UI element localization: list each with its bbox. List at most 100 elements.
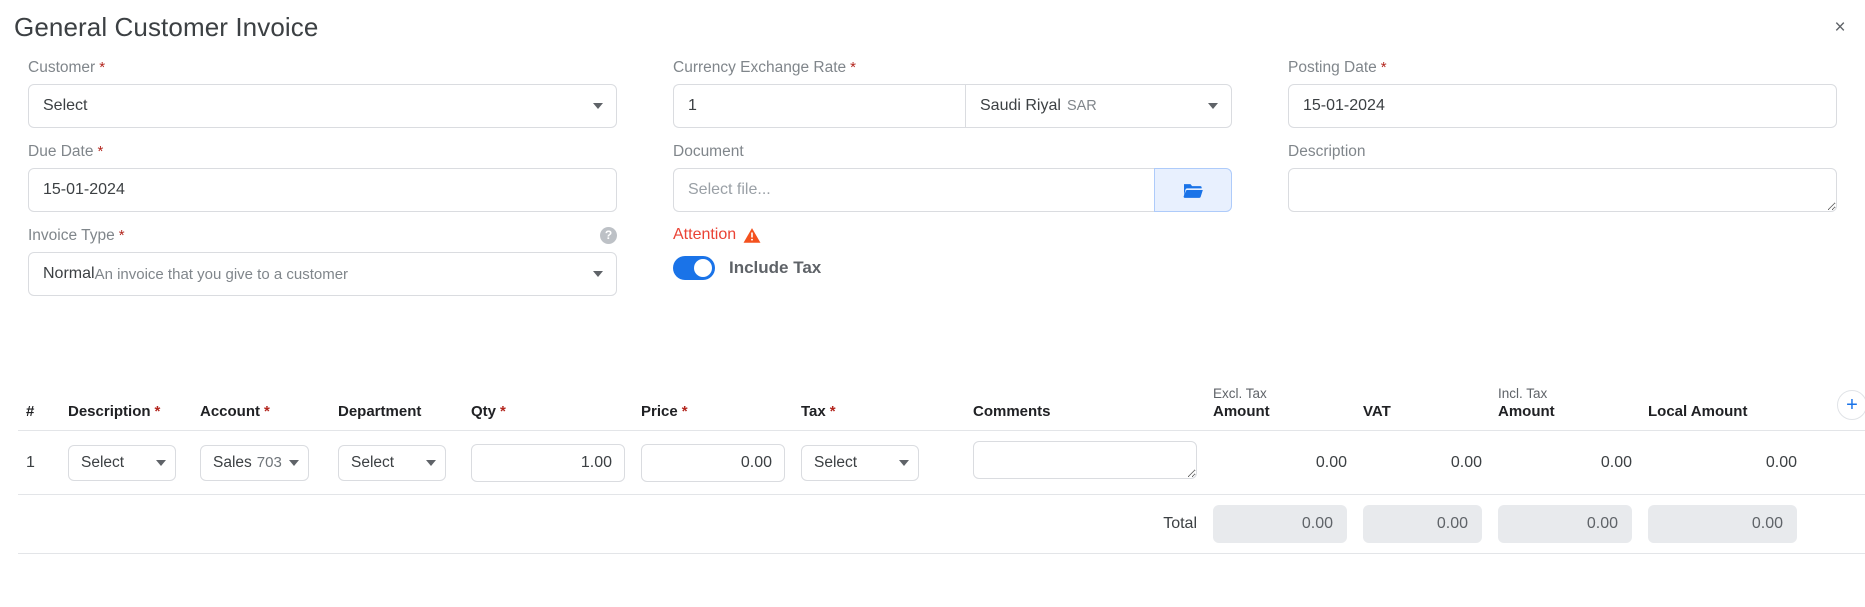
due-date-input[interactable] [28,168,617,212]
customer-select-value: Select [43,97,88,114]
document-file-picker [673,168,1232,212]
form-row-1: Customer * Select Currency Exchange Rate… [0,58,1865,128]
th-label: Amount [1213,403,1270,420]
browse-file-button[interactable] [1154,168,1232,212]
attention-label: Attention [673,226,1232,244]
totals-spacer-cell [1805,494,1865,554]
th-label: Qty [471,403,497,420]
th-label: Price [641,403,678,420]
attention-group: Attention Include Tax [645,226,1260,296]
th-local-amount: Local Amount [1640,386,1805,431]
totals-row: Total 0.00 0.00 0.00 0.00 [18,494,1865,554]
th-label: Local Amount [1648,403,1748,420]
currency-exchange-rate-group: Currency Exchange Rate * Saudi Riyal SAR [645,58,1260,128]
invoice-type-label: Invoice Type * ? [28,226,617,245]
include-tax-toggle[interactable] [673,256,715,280]
row-account-select[interactable]: Sales 703 [200,444,309,481]
th-vat: VAT [1355,386,1490,431]
row-price-input[interactable] [641,443,785,482]
currency-exchange-rate-label: Currency Exchange Rate * [673,58,1232,77]
row-description-value: Select [81,453,125,471]
posting-date-label: Posting Date * [1288,58,1837,77]
currency-exchange-rate-input[interactable] [673,84,965,128]
table-row: 1 Select Sales 703 Select 1.00 0.00 Sele… [18,430,1865,495]
document-group: Document [645,142,1260,212]
form-row-2: Due Date * Document [0,142,1865,212]
totals-incl-tax-amount: 0.00 [1498,505,1632,543]
row-index: 1 [18,430,60,495]
attention-label-text: Attention [673,226,737,243]
required-marker: * [850,59,857,76]
th-excl-tax-amount: Excl. Tax Amount [1205,386,1355,431]
row-department-select[interactable]: Select [338,444,446,481]
chevron-down-icon [593,271,603,277]
th-sup: Incl. Tax [1498,386,1548,401]
customer-label: Customer * [28,58,617,77]
row-comments-cell [965,430,1205,495]
th-label: Description [68,403,151,420]
row-actions-cell [1805,430,1865,495]
th-label: Department [338,403,422,420]
due-date-label: Due Date * [28,142,617,161]
row-tax-select[interactable]: Select [801,444,919,481]
th-department: Department [330,386,463,431]
posting-date-input[interactable] [1288,84,1837,128]
customer-select[interactable]: Select [28,84,617,128]
add-row-holder: + [1813,390,1865,420]
chevron-down-icon [156,459,166,466]
chevron-down-icon [899,459,909,466]
th-label: Account [200,403,260,420]
totals-excl-tax-amount: 0.00 [1213,505,1347,543]
page-title: General Customer Invoice [14,12,319,42]
description-textarea[interactable] [1288,168,1837,212]
invoice-type-select[interactable]: Normal An invoice that you give to a cust… [28,252,617,296]
required-marker: * [264,403,270,420]
invoice-type-value: Normal [43,265,95,282]
row-account-code: 703 [256,454,282,471]
currency-name: Saudi Riyal [980,97,1061,114]
add-row-button[interactable]: + [1837,390,1865,420]
th-index: # [18,386,60,431]
row-tax-value: Select [814,453,858,471]
th-incl-tax-amount: Incl. Tax Amount [1490,386,1640,431]
close-icon[interactable]: × [1827,14,1853,40]
invoice-type-label-wrap: Invoice Type * [28,226,125,245]
invoice-modal: General Customer Invoice × Customer * Se… [0,0,1865,607]
row-qty-input[interactable] [471,443,625,482]
chevron-down-icon [426,459,436,466]
row-description-select[interactable]: Select [68,444,176,481]
totals-incl-tax-cell: 0.00 [1490,494,1640,554]
document-label: Document [673,142,1232,161]
row-department-value: Select [351,453,395,471]
description-label: Description [1288,142,1837,161]
th-comments: Comments [965,386,1205,431]
required-marker: * [829,403,836,420]
document-file-input[interactable] [673,168,1154,212]
required-marker: * [154,403,161,420]
invoice-type-description: An invoice that you give to a customer [94,265,349,283]
totals-local-amount: 0.00 [1648,505,1797,543]
totals-vat: 0.00 [1363,505,1482,543]
row-vat: 0.00 [1355,430,1490,495]
th-tax: Tax * [793,386,965,431]
row3-spacer [1260,226,1865,296]
row-price-cell [633,430,793,495]
totals-label: Total [18,494,1205,554]
line-items-section: # Description * Account * Department Qty… [0,386,1865,554]
chevron-down-icon [1208,103,1218,109]
required-marker: * [500,403,506,420]
row-comments-textarea[interactable] [973,441,1197,479]
folder-open-icon [1183,184,1203,198]
currency-exchange-rate-label-text: Currency Exchange Rate [673,59,847,76]
row-excl-tax-amount: 0.00 [1205,430,1355,495]
th-label: Tax [801,403,826,420]
row-department-cell: Select [330,430,463,495]
help-icon[interactable]: ? [600,227,617,244]
row-local-amount: 0.00 [1640,430,1805,495]
th-description: Description * [60,386,192,431]
toggle-knob [694,259,712,277]
totals-vat-cell: 0.00 [1355,494,1490,554]
document-label-text: Document [673,143,744,160]
currency-select[interactable]: Saudi Riyal SAR [965,84,1232,128]
customer-field-group: Customer * Select [0,58,645,128]
